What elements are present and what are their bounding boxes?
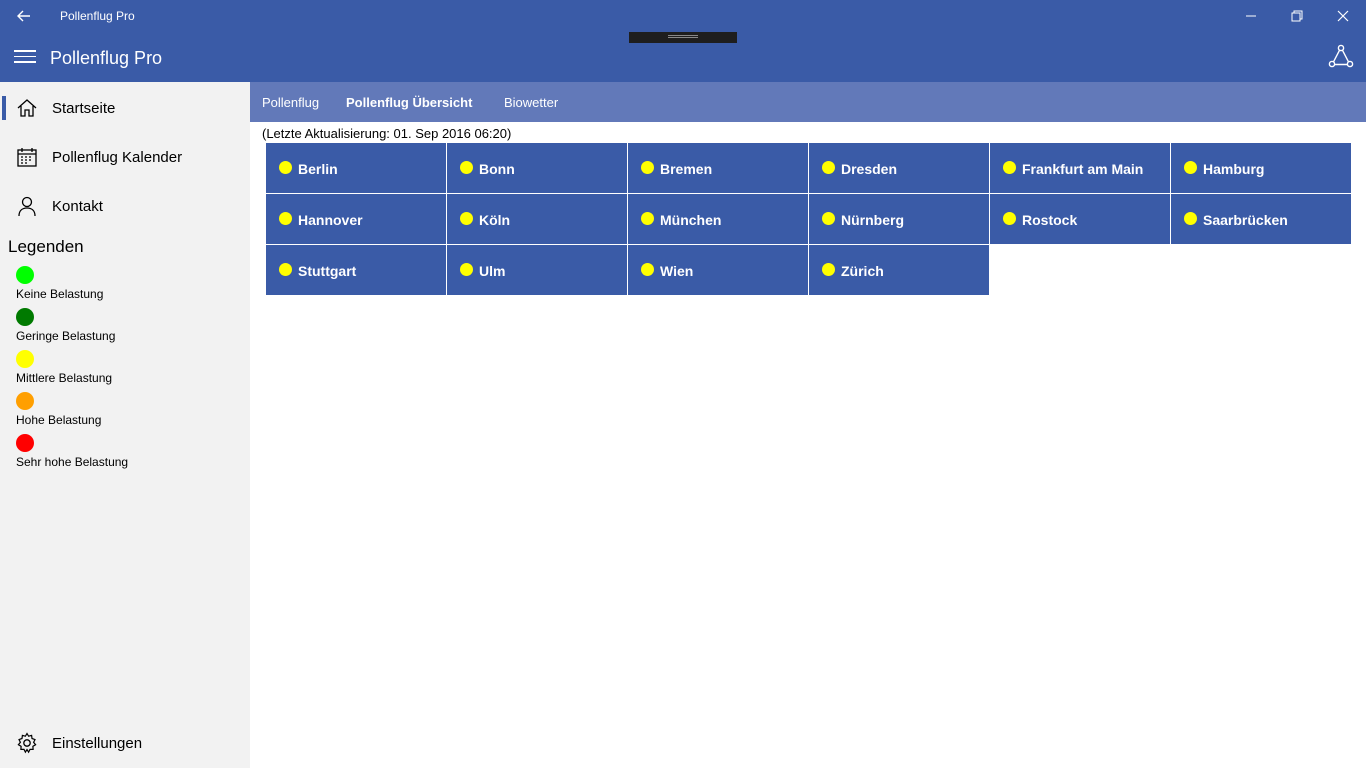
city-name: Saarbrücken bbox=[1203, 212, 1288, 228]
close-icon bbox=[1337, 10, 1349, 22]
legend-item: Hohe Belastung bbox=[16, 392, 236, 432]
pollen-level-dot-icon bbox=[641, 263, 654, 276]
legend-item: Geringe Belastung bbox=[16, 308, 236, 348]
window-title: Pollenflug Pro bbox=[60, 9, 135, 23]
minimize-button[interactable] bbox=[1228, 0, 1274, 32]
legend-label: Sehr hohe Belastung bbox=[16, 455, 129, 469]
pollen-level-dot-icon bbox=[279, 263, 292, 276]
legend-label: Mittlere Belastung bbox=[16, 371, 113, 385]
legend-item: Keine Belastung bbox=[16, 266, 236, 306]
pollen-level-dot-icon bbox=[460, 212, 473, 225]
city-name: Frankfurt am Main bbox=[1022, 161, 1144, 177]
city-name: Zürich bbox=[841, 263, 884, 279]
legend-dot-icon bbox=[16, 434, 34, 452]
city-tile[interactable]: Wien bbox=[628, 245, 808, 295]
share-icon[interactable] bbox=[1328, 44, 1354, 70]
city-name: Bonn bbox=[479, 161, 515, 177]
city-tile[interactable]: München bbox=[628, 194, 808, 244]
pollen-level-dot-icon bbox=[279, 212, 292, 225]
city-tile[interactable]: Bremen bbox=[628, 143, 808, 193]
main-content: Pollenflug Pollenflug Übersicht Biowette… bbox=[250, 82, 1366, 768]
city-name: Köln bbox=[479, 212, 511, 228]
pollen-level-dot-icon bbox=[641, 161, 654, 174]
last-update-text: (Letzte Aktualisierung: 01. Sep 2016 06:… bbox=[262, 126, 512, 141]
gear-icon bbox=[17, 732, 37, 754]
pollen-level-dot-icon bbox=[822, 212, 835, 225]
sidebar-item-pollenflug-kalender[interactable]: Pollenflug Kalender bbox=[0, 133, 250, 181]
home-icon bbox=[17, 99, 37, 117]
pollen-level-dot-icon bbox=[641, 212, 654, 225]
restore-icon bbox=[1291, 10, 1303, 22]
city-tile[interactable]: Nürnberg bbox=[809, 194, 989, 244]
city-name: Nürnberg bbox=[841, 212, 904, 228]
sidebar-item-label: Pollenflug Kalender bbox=[52, 148, 183, 166]
hamburger-menu-icon[interactable] bbox=[14, 47, 36, 67]
city-tile[interactable]: Frankfurt am Main bbox=[990, 143, 1170, 193]
legend-label: Keine Belastung bbox=[16, 287, 104, 301]
city-name: Bremen bbox=[660, 161, 713, 177]
city-name: München bbox=[660, 212, 722, 228]
pollen-level-dot-icon bbox=[1003, 161, 1016, 174]
pollen-level-dot-icon bbox=[822, 263, 835, 276]
legend-title: Legenden bbox=[8, 237, 84, 256]
pollen-level-dot-icon bbox=[1184, 161, 1197, 174]
legend-label: Hohe Belastung bbox=[16, 413, 102, 427]
restore-button[interactable] bbox=[1274, 0, 1320, 32]
city-name: Ulm bbox=[479, 263, 506, 279]
legend-dot-icon bbox=[16, 308, 34, 326]
city-name: Hamburg bbox=[1203, 161, 1265, 177]
sidebar-item-startseite[interactable]: Startseite bbox=[0, 84, 250, 132]
page-title: Pollenflug Pro bbox=[50, 48, 163, 68]
city-tile[interactable]: Berlin bbox=[266, 143, 446, 193]
tab-pollenflug-uebersicht[interactable]: Pollenflug Übersicht bbox=[346, 95, 472, 110]
pollen-level-dot-icon bbox=[1184, 212, 1197, 225]
drag-handle[interactable] bbox=[629, 32, 737, 43]
tab-biowetter[interactable]: Biowetter bbox=[504, 95, 558, 110]
sidebar: Startseite Pollenflug Kalender Kontakt L… bbox=[0, 82, 250, 768]
pollen-level-dot-icon bbox=[460, 263, 473, 276]
city-tile[interactable]: Stuttgart bbox=[266, 245, 446, 295]
legend-dot-icon bbox=[16, 266, 34, 284]
legend-dot-icon bbox=[16, 392, 34, 410]
city-tile[interactable]: Ulm bbox=[447, 245, 627, 295]
city-tile[interactable]: Hannover bbox=[266, 194, 446, 244]
pollen-level-dot-icon bbox=[1003, 212, 1016, 225]
city-tile[interactable]: Rostock bbox=[990, 194, 1170, 244]
legend-label: Geringe Belastung bbox=[16, 329, 116, 343]
city-tile[interactable]: Hamburg bbox=[1171, 143, 1351, 193]
tab-pollenflug[interactable]: Pollenflug bbox=[262, 95, 319, 110]
city-name: Hannover bbox=[298, 212, 363, 228]
sidebar-item-label: Startseite bbox=[52, 99, 116, 117]
city-tile[interactable]: Köln bbox=[447, 194, 627, 244]
legend-item: Sehr hohe Belastung bbox=[16, 434, 236, 474]
city-tile[interactable]: Dresden bbox=[809, 143, 989, 193]
city-name: Stuttgart bbox=[298, 263, 357, 279]
sidebar-item-einstellungen[interactable]: Einstellungen bbox=[0, 719, 250, 767]
title-bar: Pollenflug Pro bbox=[0, 0, 1366, 32]
city-tile[interactable]: Bonn bbox=[447, 143, 627, 193]
city-tile[interactable]: Saarbrücken bbox=[1171, 194, 1351, 244]
tab-bar: Pollenflug Pollenflug Übersicht Biowette… bbox=[250, 82, 1366, 122]
city-name: Wien bbox=[660, 263, 694, 279]
pollen-level-dot-icon bbox=[279, 161, 292, 174]
close-button[interactable] bbox=[1320, 0, 1366, 32]
pollen-level-dot-icon bbox=[460, 161, 473, 174]
city-name: Dresden bbox=[841, 161, 898, 177]
city-tile[interactable]: Zürich bbox=[809, 245, 989, 295]
back-arrow-icon[interactable] bbox=[14, 6, 34, 26]
sidebar-item-kontakt[interactable]: Kontakt bbox=[0, 182, 250, 230]
city-name: Berlin bbox=[298, 161, 338, 177]
calendar-icon bbox=[17, 148, 37, 167]
person-icon bbox=[18, 196, 36, 217]
city-name: Rostock bbox=[1022, 212, 1078, 228]
pollen-level-dot-icon bbox=[822, 161, 835, 174]
sidebar-item-label: Einstellungen bbox=[52, 734, 143, 752]
legend-dot-icon bbox=[16, 350, 34, 368]
sidebar-item-label: Kontakt bbox=[52, 197, 103, 215]
legend-item: Mittlere Belastung bbox=[16, 350, 236, 390]
minimize-icon bbox=[1246, 15, 1256, 17]
